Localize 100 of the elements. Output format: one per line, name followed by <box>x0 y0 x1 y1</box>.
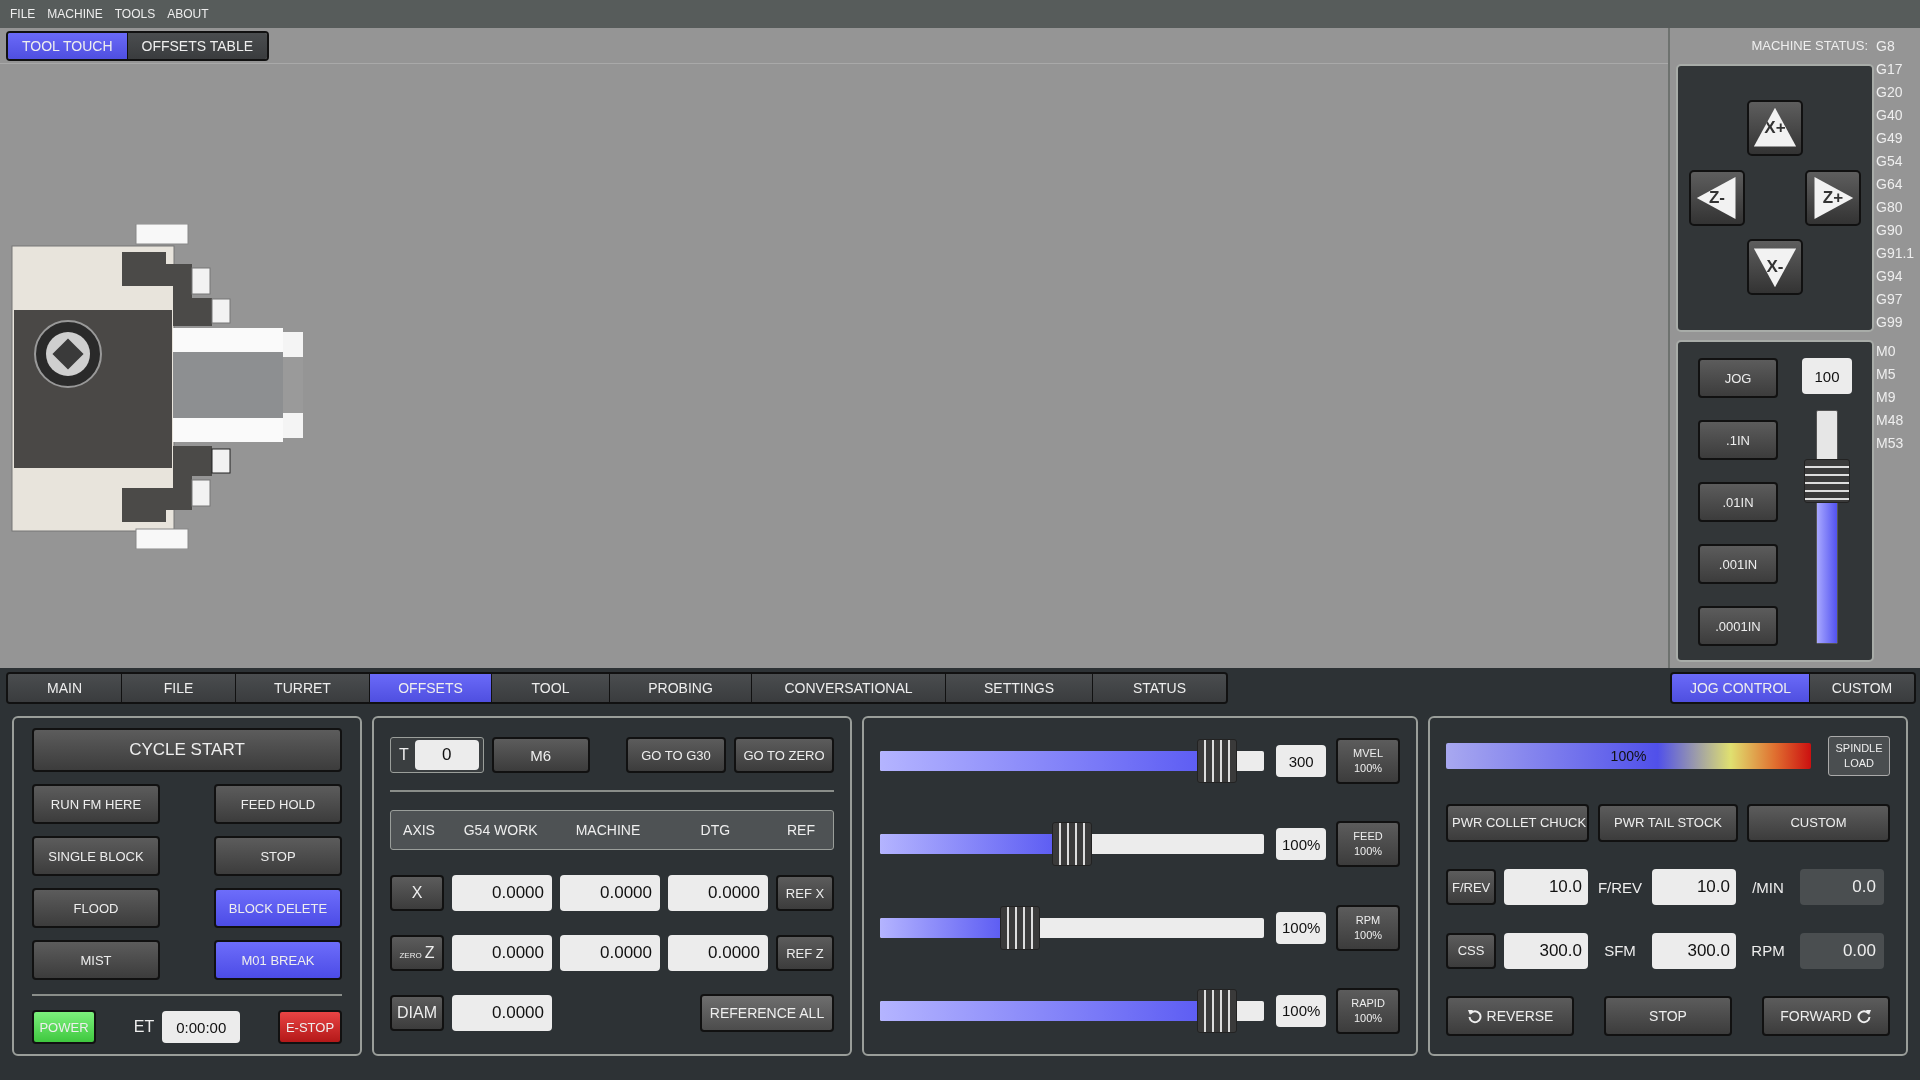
override-slider[interactable] <box>880 989 1265 1033</box>
work-offset-field: 0.0000 <box>452 935 552 971</box>
distance-to-go-field: 0.0000 <box>668 935 768 971</box>
jog-step-button[interactable]: .01IN <box>1698 482 1778 522</box>
distance-to-go-field: 0.0000 <box>668 875 768 911</box>
jog-rate-slider[interactable] <box>1804 410 1850 644</box>
machine-status-label: MACHINE STATUS: <box>1750 37 1869 55</box>
spindle-readout: 0.0 <box>1800 869 1884 905</box>
axis-button[interactable]: X <box>390 875 444 911</box>
clockwise-arrow-icon <box>1855 1008 1872 1024</box>
reference-button[interactable]: REF X <box>776 875 834 911</box>
main-tab[interactable]: MAIN <box>8 674 122 702</box>
toggle-button[interactable]: FEED HOLD <box>214 784 342 824</box>
m-code: M53 <box>1876 434 1905 453</box>
g-code: G64 <box>1876 175 1904 194</box>
menu-item[interactable]: ABOUT <box>167 7 209 21</box>
main-tab[interactable]: SETTINGS <box>946 674 1093 702</box>
toggle-button[interactable]: RUN FM HERE <box>32 784 160 824</box>
main-tab[interactable]: PROBING <box>610 674 752 702</box>
override-reset-button[interactable]: RPM 100% <box>1336 904 1400 951</box>
g-code: G49 <box>1876 129 1904 148</box>
slider-handle[interactable] <box>1196 739 1237 783</box>
spindle-setting-field[interactable]: 10.0 <box>1652 869 1736 905</box>
spindle-direction-button[interactable]: FORWARD <box>1762 996 1890 1036</box>
toggle-button[interactable]: FLOOD <box>32 888 160 928</box>
unit-label: SFM <box>1603 942 1637 959</box>
spindle-direction-button[interactable]: STOP <box>1604 996 1732 1036</box>
g-code: G8 <box>1876 37 1896 56</box>
spindle-option-button[interactable]: PWR TAIL STOCK <box>1598 803 1738 842</box>
g-code: G99 <box>1876 313 1904 332</box>
override-slider[interactable] <box>880 905 1265 950</box>
jog-rate-field[interactable]: 100 <box>1802 358 1852 394</box>
view-tab[interactable]: OFFSETS TABLE <box>127 33 268 59</box>
toggle-button[interactable]: SINGLE BLOCK <box>32 836 160 876</box>
e-stop-button[interactable]: E-STOP <box>278 1010 342 1044</box>
side-tab[interactable]: CUSTOM <box>1810 674 1914 702</box>
spindle-setting-field[interactable]: 300.0 <box>1504 932 1588 969</box>
cycle-start-button[interactable]: CYCLE START <box>32 728 342 772</box>
diameter-button[interactable]: DIAM <box>390 995 444 1031</box>
spindle-setting-field[interactable]: 10.0 <box>1504 869 1588 905</box>
g-code: G90 <box>1876 221 1904 240</box>
main-tab[interactable]: OFFSETS <box>370 674 492 702</box>
spindle-direction-button[interactable]: REVERSE <box>1446 996 1574 1036</box>
spindle-load-meter: 100% <box>1446 743 1811 769</box>
g-code: G20 <box>1876 83 1904 102</box>
toggle-button[interactable]: M01 BREAK <box>214 940 342 980</box>
override-reset-button[interactable]: RAPID 100% <box>1336 988 1400 1034</box>
slider-handle[interactable] <box>1196 989 1237 1033</box>
axis-arrow-button[interactable]: Z+ <box>1805 170 1861 226</box>
m-code: M5 <box>1876 365 1897 384</box>
column-header: DTG <box>699 822 732 838</box>
override-value-field: 100% <box>1276 828 1327 861</box>
go-to-button[interactable]: GO TO G30 <box>626 737 726 773</box>
spindle-mode-button[interactable]: F/REV <box>1446 869 1496 905</box>
toggle-button[interactable]: MIST <box>32 940 160 980</box>
view-tab[interactable]: TOOL TOUCH <box>8 33 128 59</box>
reference-all-button[interactable]: REFERENCE ALL <box>700 994 834 1032</box>
reference-button[interactable]: REF Z <box>776 935 834 971</box>
axis-arrow-button[interactable]: Z- <box>1689 170 1745 226</box>
jog-step-button[interactable]: JOG <box>1698 358 1778 398</box>
side-tab[interactable]: JOG CONTROL <box>1672 674 1810 702</box>
main-tab[interactable]: CONVERSATIONAL <box>752 674 946 702</box>
elapsed-time-field: 0:00:00 <box>162 1011 241 1043</box>
m-code: M48 <box>1876 411 1905 430</box>
slider-handle[interactable] <box>1000 905 1041 950</box>
override-reset-button[interactable]: MVEL 100% <box>1336 738 1400 784</box>
axis-arrow-button[interactable]: X+ <box>1747 100 1803 156</box>
spindle-option-button[interactable]: PWR COLLET CHUCK <box>1446 803 1589 842</box>
toggle-button[interactable]: STOP <box>214 836 342 876</box>
machine-position-field: 0.0000 <box>560 935 660 971</box>
spindle-mode-button[interactable]: CSS <box>1446 932 1496 969</box>
menu-item[interactable]: FILE <box>10 7 36 21</box>
unit-label: F/REV <box>1596 878 1644 896</box>
spindle-option-button[interactable]: CUSTOM <box>1747 803 1890 842</box>
jog-step-button[interactable]: .1IN <box>1698 420 1778 460</box>
work-offset-field: 0.0000 <box>452 875 552 911</box>
m6-button[interactable]: M6 <box>491 737 590 773</box>
main-tab[interactable]: STATUS <box>1093 674 1226 702</box>
axis-arrow-button[interactable]: X- <box>1747 239 1803 295</box>
menu-item[interactable]: TOOLS <box>114 7 156 21</box>
main-tab[interactable]: TOOL <box>492 674 610 702</box>
go-to-button[interactable]: GO TO ZERO <box>734 737 834 773</box>
override-value-field: 100% <box>1276 911 1327 944</box>
override-reset-button[interactable]: FEED 100% <box>1336 821 1400 868</box>
g-code: G91.1 <box>1876 244 1915 263</box>
jog-step-button[interactable]: .0001IN <box>1698 606 1778 646</box>
toggle-button[interactable]: BLOCK DELETE <box>214 888 342 928</box>
menu-item[interactable]: MACHINE <box>47 7 103 21</box>
override-slider[interactable] <box>880 739 1265 783</box>
axis-button[interactable]: ZERO Z <box>390 935 444 971</box>
tool-number-field[interactable]: 0 <box>414 740 479 770</box>
slider-handle[interactable] <box>1804 459 1850 504</box>
main-tab[interactable]: TURRET <box>236 674 370 702</box>
jog-step-button[interactable]: .001IN <box>1698 544 1778 584</box>
slider-handle[interactable] <box>1052 822 1093 867</box>
g-code: G17 <box>1876 60 1904 79</box>
main-tab[interactable]: FILE <box>122 674 236 702</box>
spindle-load-label: SPINDLE LOAD <box>1828 736 1890 776</box>
override-slider[interactable] <box>880 822 1265 867</box>
spindle-setting-field[interactable]: 300.0 <box>1652 932 1736 969</box>
